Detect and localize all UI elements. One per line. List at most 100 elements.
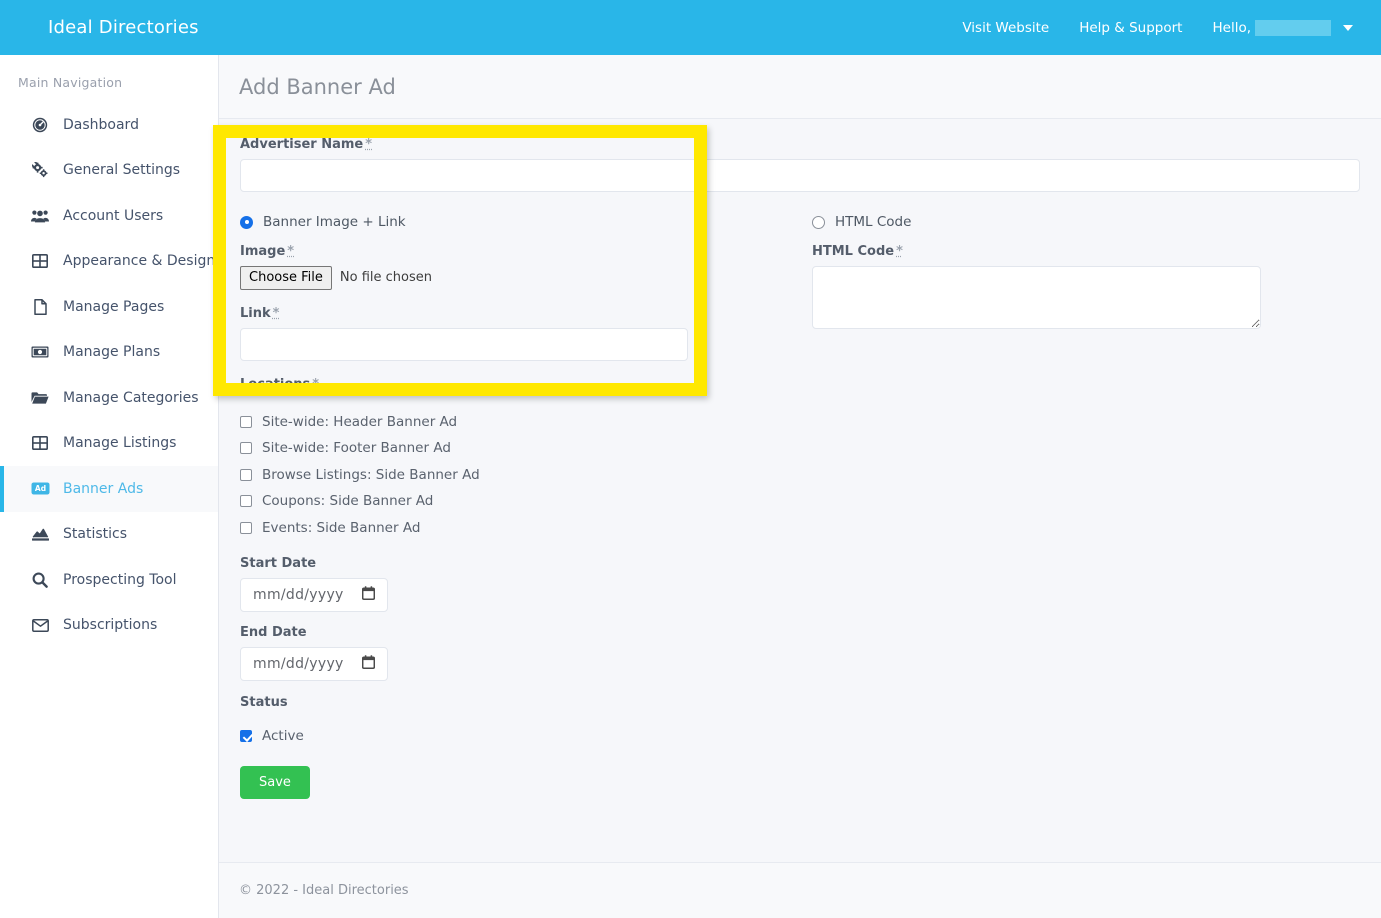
sidebar-heading: Main Navigation [18,75,123,90]
image-file-row: Choose File No file chosen [240,266,788,290]
sidebar-item-prospecting-tool[interactable]: Prospecting Tool [0,557,218,603]
gears-icon [29,161,51,179]
end-date-input[interactable]: mm/dd/yyyy [240,647,388,682]
sidebar-item-label: Banner Ads [63,480,144,497]
required-marker: * [365,137,373,152]
sidebar-item-manage-categories[interactable]: Manage Categories [0,375,218,421]
top-nav: Visit Website Help & Support Hello, [947,19,1381,36]
search-icon [29,571,51,589]
chart-icon [29,525,51,543]
radio-html-code[interactable] [812,215,825,229]
sidebar: Main Navigation Dashboard General Settin… [0,55,219,918]
start-date-placeholder: mm/dd/yyyy [253,587,344,604]
link-label: Link * [240,305,280,321]
sidebar-item-manage-plans[interactable]: Manage Plans [0,330,218,376]
envelope-icon [29,616,51,634]
required-marker: * [896,244,903,259]
link-input[interactable] [240,327,688,361]
nav-visit-website[interactable]: Visit Website [947,20,1064,36]
users-icon [29,207,51,225]
radio-banner-image[interactable] [240,215,253,229]
ad-type-columns: Banner Image + Link Image * Choose File N… [240,192,1360,361]
sidebar-item-general-settings[interactable]: General Settings [0,148,218,194]
status-active-row[interactable]: Active [240,723,1360,750]
location-option-label: Coupons: Side Banner Ad [262,493,434,510]
file-status-text: No file chosen [339,270,432,286]
end-date-placeholder: mm/dd/yyyy [253,656,344,673]
copyright-text: © 2022 - Ideal Directories [239,883,409,898]
user-menu[interactable]: Hello, [1197,19,1367,36]
html-code-radio-row[interactable]: HTML Code [812,214,1360,230]
location-option-row[interactable]: Site-wide: Header Banner Ad [240,409,1360,436]
sidebar-item-manage-pages[interactable]: Manage Pages [0,284,218,330]
folder-icon [29,389,51,407]
status-label: Status [240,695,288,711]
calendar-icon[interactable] [361,655,376,673]
sidebar-item-label: Dashboard [63,116,139,133]
location-option-row[interactable]: Browse Listings: Side Banner Ad [240,462,1360,489]
location-option-label: Events: Side Banner Ad [262,519,421,536]
required-marker: * [287,244,295,259]
sidebar-item-label: Manage Pages [63,298,165,315]
sidebar-item-label: General Settings [63,162,181,179]
checkbox-sitewide-footer[interactable] [240,442,252,455]
footer: © 2022 - Ideal Directories [219,862,1381,918]
sidebar-item-label: Manage Listings [63,435,177,452]
sidebar-item-label: Manage Plans [63,344,161,361]
html-code-textarea[interactable] [812,266,1261,329]
status-active-label: Active [262,728,304,745]
banner-image-radio-row[interactable]: Banner Image + Link [240,214,788,230]
sidebar-item-label: Account Users [63,207,164,224]
page-header: Add Banner Ad [219,55,1381,119]
location-option-row[interactable]: Coupons: Side Banner Ad [240,488,1360,515]
radio-banner-image-label: Banner Image + Link [263,214,406,230]
sidebar-item-dashboard[interactable]: Dashboard [0,102,218,148]
location-option-label: Browse Listings: Side Banner Ad [262,466,480,483]
sidebar-item-appearance-design[interactable]: Appearance & Design [0,239,218,285]
checkbox-browse-listings-side[interactable] [240,468,252,481]
hello-label: Hello, [1212,19,1251,36]
sidebar-item-banner-ads[interactable]: Ad Banner Ads [0,466,218,512]
main-content: Add Banner Ad Advertiser Name * Banner Im… [219,55,1381,918]
banner-ad-form: Advertiser Name * Banner Image + Link Ima… [219,119,1381,864]
location-option-row[interactable]: Events: Side Banner Ad [240,515,1360,542]
sidebar-item-label: Statistics [63,526,127,543]
sidebar-item-label: Subscriptions [63,617,158,634]
advertiser-name-input[interactable] [240,159,1360,192]
nav-help-support[interactable]: Help & Support [1064,20,1197,36]
checkbox-coupons-side[interactable] [240,495,252,508]
grid-icon [29,434,51,452]
svg-text:Ad: Ad [34,484,45,493]
sidebar-item-statistics[interactable]: Statistics [0,512,218,558]
brand-title[interactable]: Ideal Directories [48,17,199,38]
save-button[interactable]: Save [240,765,310,799]
top-header-bar: Ideal Directories Visit Website Help & S… [0,0,1381,55]
choose-file-button[interactable]: Choose File [240,266,332,290]
checkbox-active[interactable] [240,730,252,743]
end-date-label: End Date [240,625,307,641]
location-option-label: Site-wide: Footer Banner Ad [262,440,451,457]
required-marker: * [272,305,280,321]
grid-icon [29,252,51,270]
html-code-column: HTML Code HTML Code * [800,192,1360,361]
page-icon [29,298,51,316]
sidebar-item-subscriptions[interactable]: Subscriptions [0,603,218,649]
sidebar-item-manage-listings[interactable]: Manage Listings [0,421,218,467]
chevron-down-icon[interactable] [1343,24,1353,31]
sidebar-item-account-users[interactable]: Account Users [0,193,218,239]
checkbox-events-side[interactable] [240,521,252,534]
required-marker: * [312,376,320,392]
calendar-icon[interactable] [361,586,376,604]
sidebar-item-label: Appearance & Design [63,253,216,270]
checkbox-sitewide-header[interactable] [240,415,252,428]
start-date-input[interactable]: mm/dd/yyyy [240,578,388,613]
location-option-row[interactable]: Site-wide: Footer Banner Ad [240,435,1360,462]
advertiser-name-label: Advertiser Name * [240,137,373,152]
dashboard-icon [29,116,51,134]
ad-icon: Ad [29,480,51,498]
html-code-label: HTML Code * [812,244,903,259]
sidebar-item-label: Manage Categories [63,389,199,406]
location-option-label: Site-wide: Header Banner Ad [262,413,458,430]
page-title: Add Banner Ad [239,74,396,99]
